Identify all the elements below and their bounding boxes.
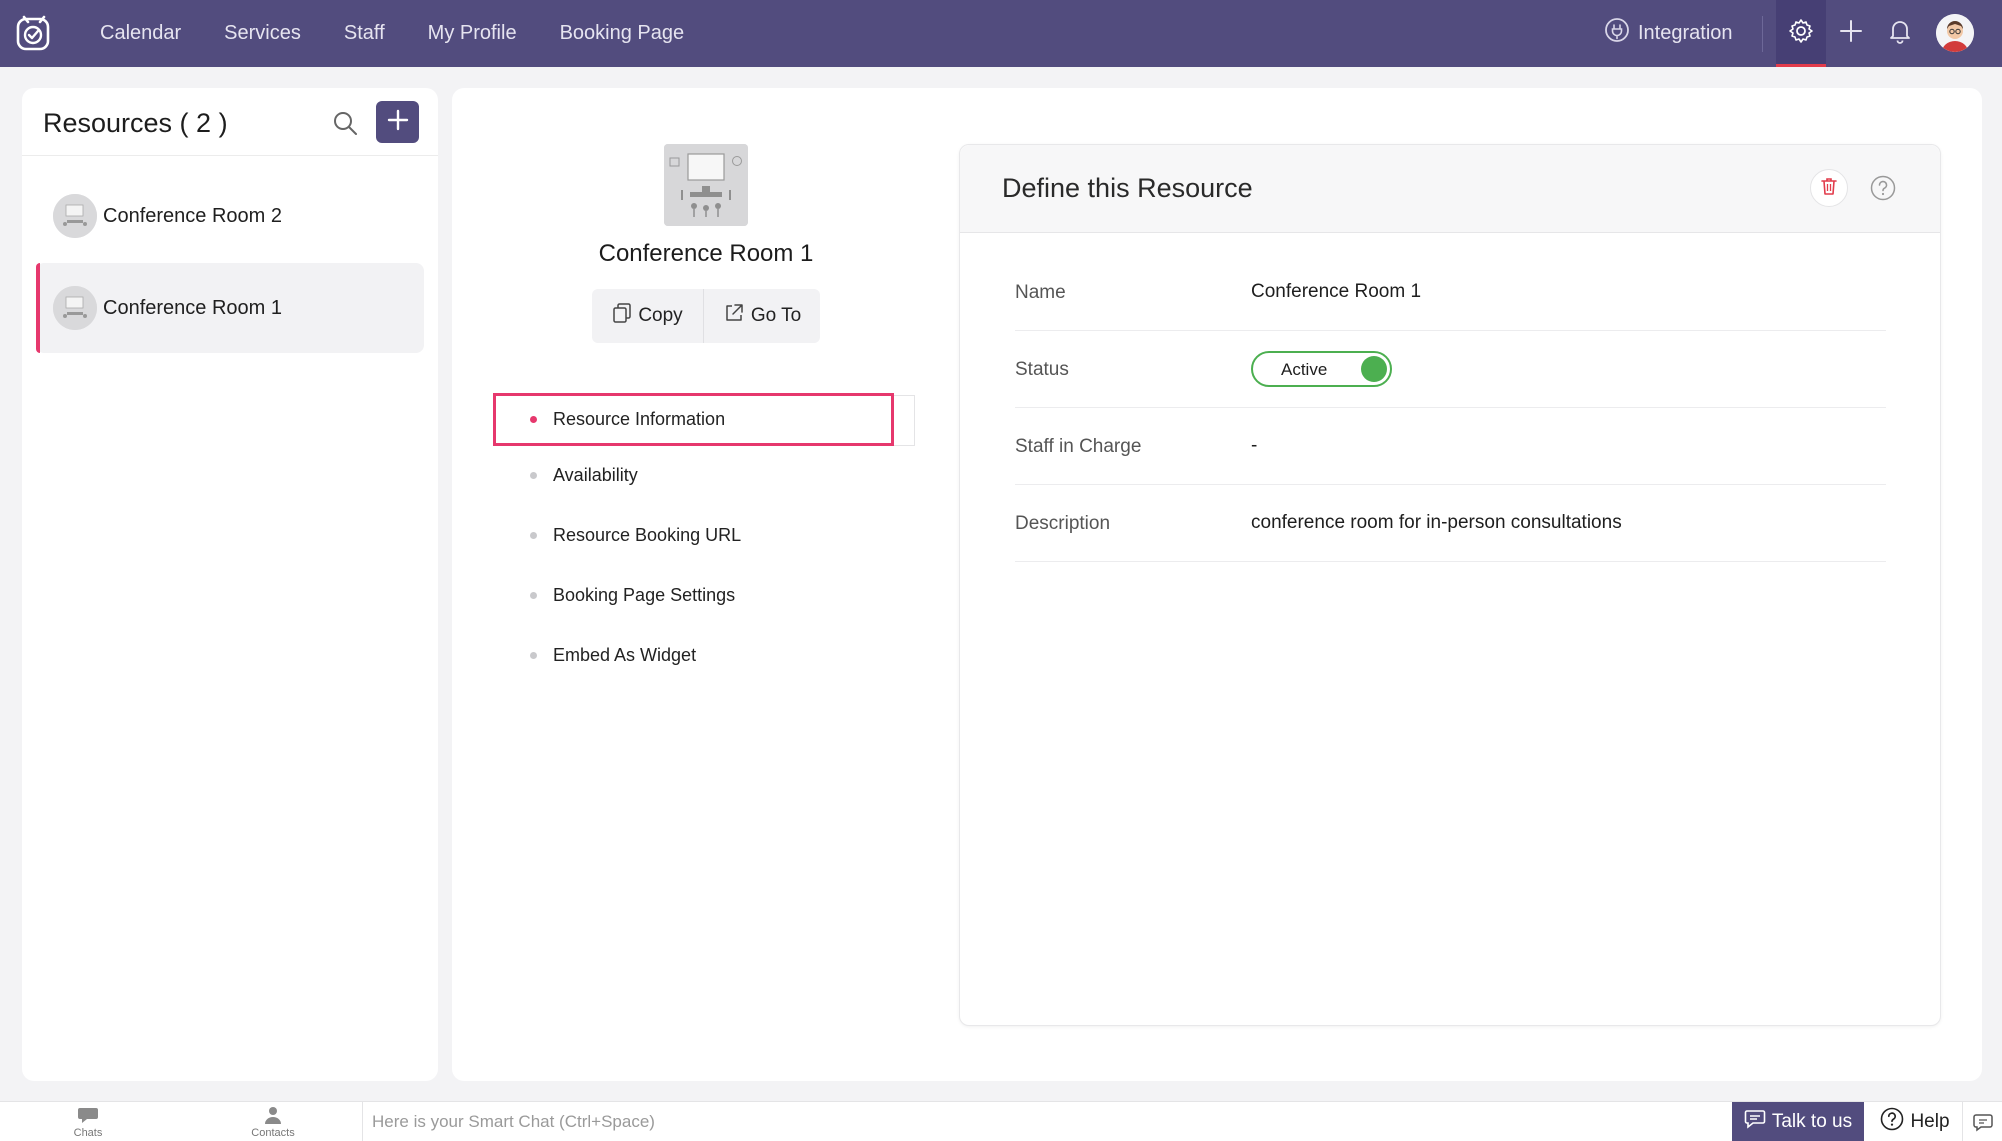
chats-label: Chats xyxy=(73,1126,103,1139)
nav-services[interactable]: Services xyxy=(224,22,301,45)
menu-item-embed-as-widget[interactable]: Embed As Widget xyxy=(493,629,889,682)
menu-item-booking-page-settings[interactable]: Booking Page Settings xyxy=(493,569,889,622)
define-resource-title: Define this Resource xyxy=(1002,173,1253,203)
question-circle-icon xyxy=(1880,1107,1910,1137)
resource-name: Conference Room 1 xyxy=(103,296,282,319)
nav-my-profile[interactable]: My Profile xyxy=(428,22,517,45)
resources-panel: Resources ( 2 ) Conference Room 2 Confer… xyxy=(22,88,438,1081)
dot xyxy=(530,592,537,599)
field-label: Status xyxy=(1015,359,1069,380)
integration-label: Integration xyxy=(1638,21,1733,44)
resource-thumbnail xyxy=(53,194,97,238)
resource-actions: Copy Go To xyxy=(592,289,820,343)
resource-item-conference-room-2[interactable]: Conference Room 2 xyxy=(36,171,424,261)
chat-icon xyxy=(1744,1109,1772,1135)
smart-chat-input[interactable] xyxy=(372,1102,1722,1141)
talk-to-us-label: Talk to us xyxy=(1771,1111,1853,1132)
top-navigation-bar: Calendar Services Staff My Profile Booki… xyxy=(0,0,2002,67)
field-row-name: Name Conference Room 1 xyxy=(1015,254,1886,331)
field-value-description[interactable]: conference room for in-person consultati… xyxy=(1251,512,1622,534)
help-button[interactable]: Help xyxy=(1872,1102,1958,1141)
copy-button[interactable]: Copy xyxy=(592,289,704,343)
contact-icon xyxy=(263,1106,283,1127)
search-icon[interactable] xyxy=(330,108,360,138)
integration-icon xyxy=(1604,17,1638,49)
go-to-button[interactable]: Go To xyxy=(704,289,820,343)
resource-thumbnail xyxy=(53,286,97,330)
menu-item-availability[interactable]: Availability xyxy=(493,449,889,502)
toggle-knob xyxy=(1361,356,1387,382)
go-to-label: Go To xyxy=(750,305,802,326)
define-resource-card: Define this Resource Name Conference Roo… xyxy=(959,144,1941,1026)
topbar-divider xyxy=(1762,16,1763,52)
menu-label: Resource Booking URL xyxy=(553,525,742,545)
menu-label: Embed As Widget xyxy=(553,645,697,665)
help-icon[interactable] xyxy=(1870,175,1896,201)
nav-staff[interactable]: Staff xyxy=(344,22,385,45)
menu-label: Resource Information xyxy=(553,409,726,429)
chat-window-icon[interactable] xyxy=(1962,1102,2002,1141)
copy-icon xyxy=(612,302,638,330)
chat-bubble-icon xyxy=(77,1106,99,1127)
resource-item-conference-room-1[interactable]: Conference Room 1 xyxy=(36,263,424,353)
app-logo-icon[interactable] xyxy=(14,13,54,53)
main-nav: Calendar Services Staff My Profile Booki… xyxy=(80,0,727,67)
notifications-button[interactable] xyxy=(1881,14,1919,52)
field-label: Name xyxy=(1015,282,1066,303)
status-toggle-label: Active xyxy=(1281,360,1328,379)
define-resource-header: Define this Resource xyxy=(960,145,1940,233)
field-row-description: Description conference room for in-perso… xyxy=(1015,485,1886,562)
active-dot xyxy=(530,416,537,423)
field-value-name[interactable]: Conference Room 1 xyxy=(1251,281,1421,303)
menu-item-resource-booking-url[interactable]: Resource Booking URL xyxy=(493,509,889,562)
dot xyxy=(530,472,537,479)
nav-booking-page[interactable]: Booking Page xyxy=(560,22,685,45)
gear-icon xyxy=(1788,18,1814,49)
menu-rail xyxy=(891,395,915,446)
external-link-icon xyxy=(723,302,751,330)
field-row-status: Status Active xyxy=(1015,331,1886,408)
bell-icon xyxy=(1888,18,1912,49)
bottom-divider xyxy=(362,1102,363,1141)
menu-label: Booking Page Settings xyxy=(553,585,736,605)
field-label: Staff in Charge xyxy=(1015,436,1142,457)
plus-icon xyxy=(387,109,409,136)
add-button[interactable] xyxy=(1832,14,1870,52)
field-label: Description xyxy=(1015,513,1111,534)
contacts-label: Contacts xyxy=(251,1126,295,1139)
avatar[interactable] xyxy=(1936,14,1974,52)
trash-icon xyxy=(1820,176,1838,201)
menu-label: Availability xyxy=(553,465,638,485)
contacts-tab[interactable]: Contacts xyxy=(213,1102,333,1141)
delete-button[interactable] xyxy=(1810,169,1848,207)
menu-item-resource-information[interactable]: Resource Information xyxy=(493,393,894,446)
resource-image[interactable] xyxy=(664,144,748,226)
resources-title: Resources ( 2 ) xyxy=(43,108,228,138)
status-toggle[interactable]: Active xyxy=(1251,351,1392,387)
bottom-bar: Chats Contacts Talk to us Hel xyxy=(0,1101,2002,1141)
plus-icon xyxy=(1838,18,1864,49)
field-row-staff-in-charge: Staff in Charge - xyxy=(1015,408,1886,485)
integration-button[interactable]: Integration xyxy=(1604,18,1733,48)
resource-name: Conference Room 2 xyxy=(103,204,282,227)
nav-calendar[interactable]: Calendar xyxy=(100,22,181,45)
chats-tab[interactable]: Chats xyxy=(28,1102,148,1141)
add-resource-button[interactable] xyxy=(376,101,419,143)
talk-to-us-button[interactable]: Talk to us xyxy=(1732,1102,1864,1141)
resource-detail-panel: Conference Room 1 Copy Go To Resource In… xyxy=(452,88,1982,1081)
resources-header: Resources ( 2 ) xyxy=(22,88,438,156)
resource-title: Conference Room 1 xyxy=(598,240,814,267)
help-label: Help xyxy=(1910,1111,1950,1132)
settings-button[interactable] xyxy=(1776,0,1826,67)
dot xyxy=(530,652,537,659)
field-value-staff-in-charge[interactable]: - xyxy=(1251,435,1257,457)
copy-label: Copy xyxy=(638,305,683,326)
dot xyxy=(530,532,537,539)
